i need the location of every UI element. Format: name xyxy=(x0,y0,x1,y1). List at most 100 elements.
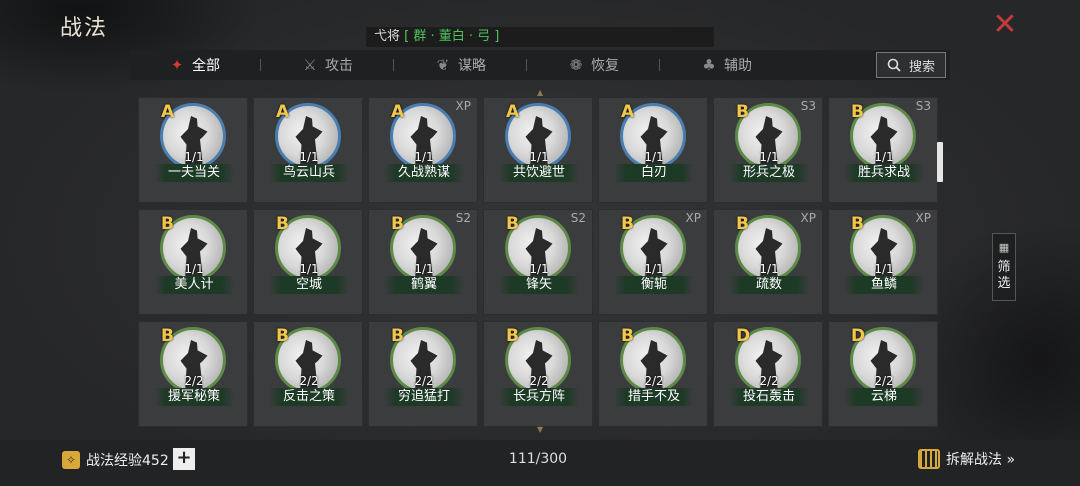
divider xyxy=(659,59,660,71)
skill-grade: B xyxy=(391,326,404,346)
scroll-down-arrow-icon: ▼ xyxy=(537,425,544,434)
skill-name: 鸟云山兵 xyxy=(269,164,349,182)
skill-count: 1/1 xyxy=(414,262,434,276)
tab-label: 辅助 xyxy=(724,58,752,74)
skill-grade: B xyxy=(161,214,174,234)
tab-recovery[interactable]: ❁ 恢复 xyxy=(557,50,629,80)
skill-exp: ✧ 战法经验452 xyxy=(62,450,169,470)
skill-card[interactable]: A 1/1 共饮避世 xyxy=(483,97,593,203)
skill-card[interactable]: B 1/1 空城 xyxy=(253,209,363,315)
general-info-bar: 弋将 [ 群 · 董白 · 弓 ] xyxy=(366,27,714,47)
skill-card[interactable]: B 2/2 穷追猛打 xyxy=(368,321,478,427)
skill-card[interactable]: B S2 1/1 锋矢 xyxy=(483,209,593,315)
skill-grid: A 1/1 一夫当关 A 1/1 鸟云山兵 A XP 1/1 久战熟谋 A 1/1 共饮避世 A 1/1 白刃… xyxy=(138,97,938,427)
skill-card[interactable]: B S3 1/1 形兵之极 xyxy=(713,97,823,203)
skill-name: 衡轭 xyxy=(614,276,694,294)
skill-name: 胜兵求战 xyxy=(844,164,924,182)
tab-label: 谋略 xyxy=(458,58,486,74)
fan-icon: ❦ xyxy=(436,56,450,74)
skill-name: 锋矢 xyxy=(499,276,579,294)
general-prefix: 弋将 xyxy=(374,29,401,44)
skill-grade: B xyxy=(506,326,519,346)
skill-name: 空城 xyxy=(269,276,349,294)
skill-grade: A xyxy=(506,102,520,122)
tab-attack[interactable]: ⚔ 攻击 xyxy=(291,50,363,80)
exp-label: 战法经验452 xyxy=(86,453,169,469)
skill-grade: B xyxy=(851,214,864,234)
skill-card[interactable]: B XP 1/1 疏数 xyxy=(713,209,823,315)
decompose-button[interactable]: 拆解战法 » xyxy=(918,449,1015,469)
skill-count: 111/300 xyxy=(508,451,568,467)
skill-name: 反击之策 xyxy=(269,388,349,406)
skill-grade: B xyxy=(851,102,864,122)
skill-card[interactable]: D 2/2 云梯 xyxy=(828,321,938,427)
filter-button[interactable]: ▦ 筛 选 xyxy=(992,233,1016,301)
scrollbar-thumb[interactable] xyxy=(937,142,943,182)
skill-name: 一夫当关 xyxy=(154,164,234,182)
skill-season-tag: S2 xyxy=(570,211,586,225)
skill-card[interactable]: B S3 1/1 胜兵求战 xyxy=(828,97,938,203)
skill-count: 1/1 xyxy=(529,262,549,276)
skill-count: 1/1 xyxy=(299,150,319,164)
add-exp-button[interactable]: + xyxy=(173,448,195,470)
skill-count: 1/1 xyxy=(874,150,894,164)
skill-name: 形兵之极 xyxy=(729,164,809,182)
skill-grade: B xyxy=(276,214,289,234)
cup-icon: ❁ xyxy=(569,56,583,74)
skill-card[interactable]: A 1/1 一夫当关 xyxy=(138,97,248,203)
skill-card[interactable]: A 1/1 鸟云山兵 xyxy=(253,97,363,203)
category-tabs: ✦ 全部 ⚔ 攻击 ❦ 谋略 ❁ 恢复 ♣ 辅助 搜索 xyxy=(130,50,950,80)
filter-label-2: 选 xyxy=(997,276,1011,291)
skill-season-tag: S2 xyxy=(455,211,471,225)
skill-grade: B xyxy=(621,214,634,234)
decompose-icon xyxy=(918,449,940,469)
tab-label: 恢复 xyxy=(591,58,619,74)
skill-count: 1/1 xyxy=(184,262,204,276)
skill-grade: B xyxy=(736,102,749,122)
scroll-icon: ✦ xyxy=(170,56,184,74)
skill-season-tag: XP xyxy=(455,99,471,113)
skill-card[interactable]: B XP 1/1 鱼鳞 xyxy=(828,209,938,315)
skill-name: 长兵方阵 xyxy=(499,388,579,406)
skill-name: 美人计 xyxy=(154,276,234,294)
skill-card[interactable]: D 2/2 投石轰击 xyxy=(713,321,823,427)
skill-season-tag: XP xyxy=(800,211,816,225)
skill-count: 2/2 xyxy=(299,374,319,388)
close-button[interactable]: ✕ xyxy=(990,10,1020,40)
skill-card[interactable]: B 1/1 美人计 xyxy=(138,209,248,315)
skill-card[interactable]: B S2 1/1 鹤翼 xyxy=(368,209,478,315)
skill-name: 投石轰击 xyxy=(729,388,809,406)
tab-all[interactable]: ✦ 全部 xyxy=(158,50,230,80)
skill-card[interactable]: B 2/2 反击之策 xyxy=(253,321,363,427)
skill-name: 措手不及 xyxy=(614,388,694,406)
skill-count: 2/2 xyxy=(644,374,664,388)
skill-name: 鱼鳞 xyxy=(844,276,924,294)
skill-grade: B xyxy=(506,214,519,234)
skill-count: 1/1 xyxy=(644,150,664,164)
skill-season-tag: S3 xyxy=(800,99,816,113)
divider xyxy=(260,59,261,71)
skill-card[interactable]: B 2/2 长兵方阵 xyxy=(483,321,593,427)
skill-grade: A xyxy=(391,102,405,122)
skill-grade: B xyxy=(161,326,174,346)
skill-grade: D xyxy=(736,326,751,346)
skill-card[interactable]: B XP 1/1 衡轭 xyxy=(598,209,708,315)
skill-grade: A xyxy=(276,102,290,122)
skill-card[interactable]: A XP 1/1 久战熟谋 xyxy=(368,97,478,203)
skill-card[interactable]: B 2/2 援军秘策 xyxy=(138,321,248,427)
tab-strategy[interactable]: ❦ 谋略 xyxy=(424,50,496,80)
bag-icon: ♣ xyxy=(702,56,716,74)
skill-card[interactable]: A 1/1 白刃 xyxy=(598,97,708,203)
scroll-up-arrow-icon: ▲ xyxy=(537,88,544,97)
skill-grade: D xyxy=(851,326,866,346)
skill-card[interactable]: B 2/2 措手不及 xyxy=(598,321,708,427)
skill-name: 穷追猛打 xyxy=(384,388,464,406)
search-icon xyxy=(887,58,901,72)
skill-name: 共饮避世 xyxy=(499,164,579,182)
skill-count: 1/1 xyxy=(414,150,434,164)
skill-grade: B xyxy=(276,326,289,346)
tab-support[interactable]: ♣ 辅助 xyxy=(690,50,762,80)
skill-count: 1/1 xyxy=(299,262,319,276)
search-button[interactable]: 搜索 xyxy=(876,52,946,78)
skill-name: 疏数 xyxy=(729,276,809,294)
